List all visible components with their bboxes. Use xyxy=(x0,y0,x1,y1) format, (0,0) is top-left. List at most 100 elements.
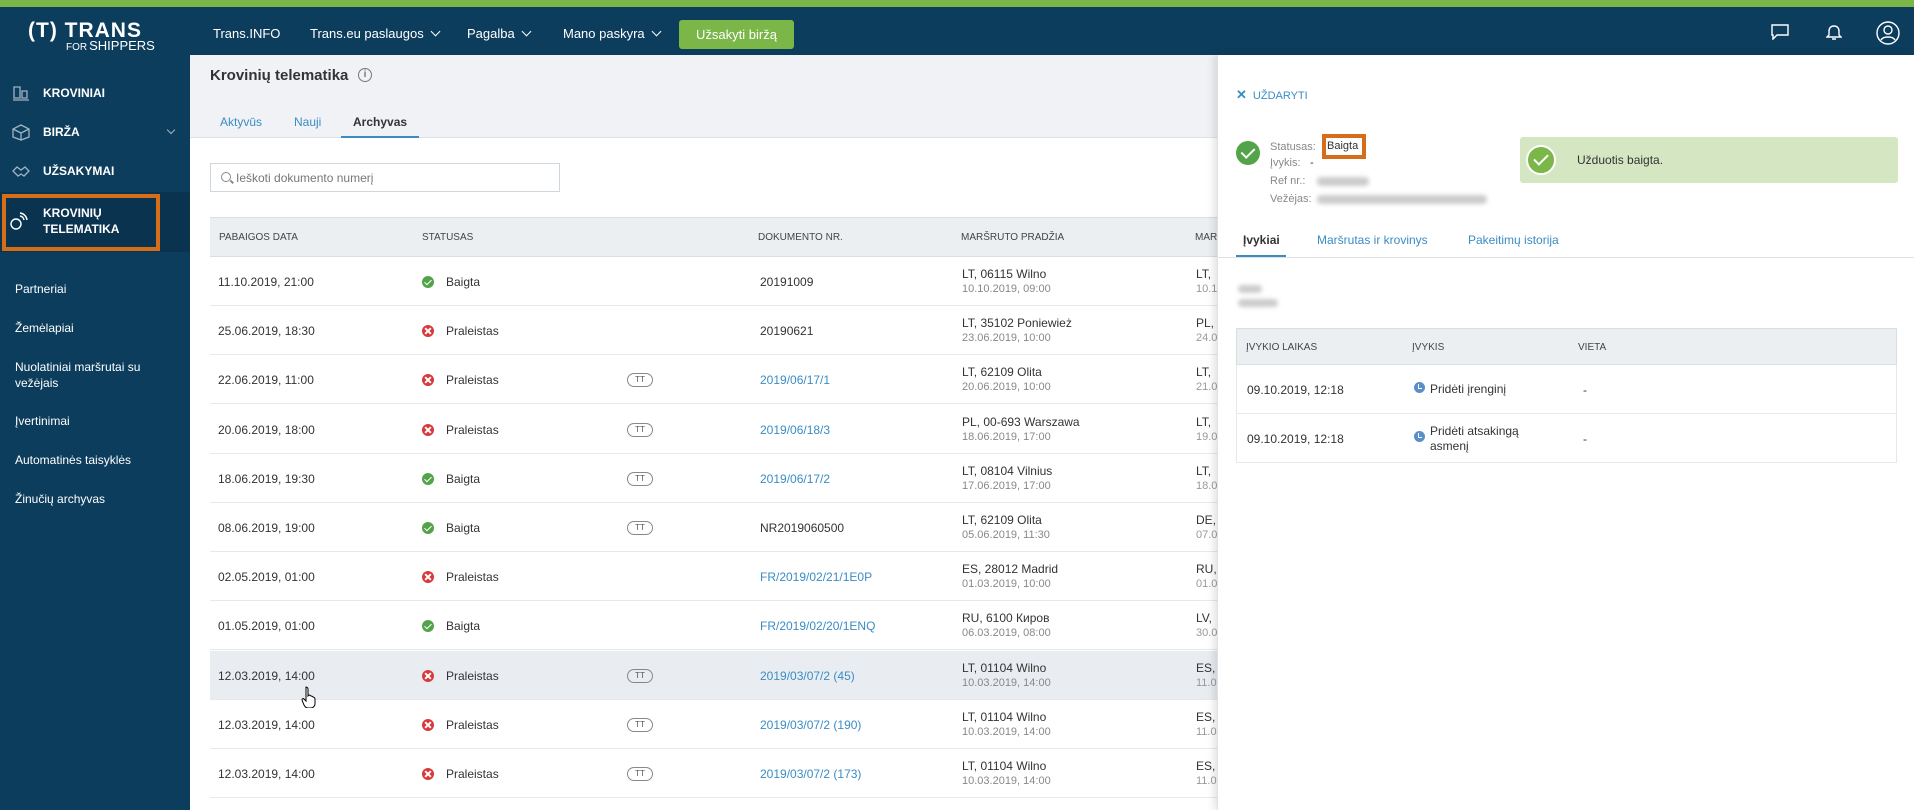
route-start-date: 10.03.2019, 14:00 xyxy=(962,775,1051,787)
route-start-date: 01.03.2019, 10:00 xyxy=(962,578,1051,591)
document-number[interactable]: 2019/03/07/2 (173) xyxy=(760,767,861,781)
route-start: LT, 62109 Olita xyxy=(962,513,1042,527)
tt-badge: TT xyxy=(627,668,653,683)
logo[interactable]: (T) TRANS FOR SHIPPERS xyxy=(0,7,190,62)
table-row[interactable]: 12.03.2019, 14:00 Praleistas TT 2019/03/07/… xyxy=(210,749,1217,798)
chevron-down-icon xyxy=(651,26,662,37)
route-end: DE, xyxy=(1196,513,1217,527)
search-input[interactable] xyxy=(236,168,546,188)
sidebar-link-partners[interactable]: Partneriai xyxy=(15,282,66,296)
tt-badge: TT xyxy=(627,373,653,388)
tab-change-history[interactable]: Pakeitimų istorija xyxy=(1468,233,1559,257)
nav-help[interactable]: Pagalba xyxy=(467,20,532,48)
nav-trans-eu-services[interactable]: Trans.eu paslaugos xyxy=(310,20,441,48)
table-header: PABAIGOS DATA STATUSAS DOKUMENTO NR. MAR… xyxy=(210,217,1224,257)
tab-route-cargo[interactable]: Maršrutas ir krovinys xyxy=(1317,233,1428,257)
handshake-icon xyxy=(12,166,30,177)
redacted-text xyxy=(1238,285,1262,293)
clock-icon xyxy=(1414,382,1425,393)
col-route-start[interactable]: MARŠRUTO PRADŽIA xyxy=(961,232,1064,243)
chevron-down-icon xyxy=(430,26,441,37)
error-circle-icon xyxy=(422,718,434,731)
table-row[interactable]: 12.03.2019, 14:00 Praleistas TT 2019/03/07/… xyxy=(210,650,1217,700)
table-row[interactable]: 18.06.2019, 19:30 Baigta TT 2019/06/17/2 LT,… xyxy=(210,453,1217,503)
sidebar-item-exchange[interactable]: BIRŽA xyxy=(0,112,190,152)
sidebar-link-ratings[interactable]: Įvertinimai xyxy=(15,414,70,428)
tab-active[interactable]: Aktyvūs xyxy=(220,115,262,138)
table-row[interactable]: 11.10.2019, 21:00 Baigta 20191009 LT, 06115… xyxy=(210,257,1217,306)
col-status[interactable]: STATUSAS xyxy=(422,232,473,243)
table-row[interactable]: 02.05.2019, 01:00 Praleistas FR/2019/02/21… xyxy=(210,552,1218,602)
events-row: 09.10.2019, 12:18 Pridėti atsakingą asme… xyxy=(1236,414,1897,463)
col-document[interactable]: DOKUMENTO NR. xyxy=(758,232,843,243)
end-date: 20.06.2019, 18:00 xyxy=(218,422,315,437)
table-row[interactable]: 08.06.2019, 19:00 Baigta TT NR2019060500 LT,… xyxy=(210,503,1217,552)
document-number[interactable]: 2019/03/07/2 (190) xyxy=(760,718,861,732)
route-start: RU, 6100 Киров xyxy=(962,611,1050,626)
document-number[interactable]: FR/2019/02/21/1E0P xyxy=(760,570,872,584)
error-circle-icon xyxy=(422,768,434,780)
route-start-date: 20.06.2019, 10:00 xyxy=(962,381,1051,394)
status-value: Baigta xyxy=(1322,134,1366,159)
carrier-label: Vežėjas: xyxy=(1270,193,1312,205)
status-label: Statusas: xyxy=(1270,141,1316,153)
end-date: 12.03.2019, 14:00 xyxy=(218,668,315,683)
col-end-date[interactable]: PABAIGOS DATA xyxy=(219,232,298,243)
chat-icon[interactable] xyxy=(1771,24,1789,40)
route-start: LT, 01104 Wilno xyxy=(962,709,1047,724)
sidebar-link-rules[interactable]: Automatinės taisyklės xyxy=(15,453,131,467)
route-start-date: 06.03.2019, 08:00 xyxy=(962,627,1051,640)
document-number[interactable]: 2019/06/18/3 xyxy=(760,423,830,437)
route-start-date: 05.06.2019, 11:30 xyxy=(962,529,1050,541)
tab-new[interactable]: Nauji xyxy=(294,115,321,138)
document-number[interactable]: 2019/06/17/1 xyxy=(760,373,830,387)
sidebar-item-cargo[interactable]: KROVINIAI xyxy=(0,73,190,113)
chevron-down-icon xyxy=(521,26,532,37)
route-start: PL, 00-693 Warszawa xyxy=(962,414,1080,429)
route-end: ES, xyxy=(1196,759,1216,773)
route-end: RU, xyxy=(1196,562,1217,577)
route-end: ES, xyxy=(1196,660,1216,675)
info-icon[interactable]: i xyxy=(358,68,372,82)
table-row[interactable]: 22.06.2019, 11:00 Praleistas TT 2019/06/17/… xyxy=(210,355,1217,405)
route-start-date: 10.10.2019, 09:00 xyxy=(962,283,1051,295)
box-icon xyxy=(12,124,30,141)
bell-icon[interactable] xyxy=(1826,24,1842,42)
route-end: LT, xyxy=(1196,365,1212,380)
route-start: ES, 28012 Madrid xyxy=(962,562,1059,577)
document-number: NR2019060500 xyxy=(760,521,845,535)
check-circle-icon xyxy=(422,522,434,534)
tab-events[interactable]: Įvykiai xyxy=(1236,233,1286,257)
route-end: LT, xyxy=(1196,414,1212,429)
sidebar-link-maps[interactable]: Žemėlapiai xyxy=(15,321,74,335)
order-exchange-button[interactable]: Užsakyti biržą xyxy=(679,20,794,49)
table-row[interactable]: 20.06.2019, 18:00 Praleistas TT 2019/06/18/… xyxy=(210,404,1218,454)
user-icon[interactable] xyxy=(1876,21,1900,45)
document-number[interactable]: FR/2019/02/20/1ENQ xyxy=(760,619,875,633)
route-end-date: 19.0 xyxy=(1196,430,1218,443)
sidebar-link-messages[interactable]: Žinučių archyvas xyxy=(15,492,105,506)
search-box[interactable] xyxy=(210,163,560,192)
check-circle-icon xyxy=(1526,145,1556,175)
table-row[interactable]: 01.05.2019, 01:00 Baigta FR/2019/02/20/1EN… xyxy=(210,601,1217,651)
tab-archive[interactable]: Archyvas xyxy=(341,115,420,138)
route-start-date: 18.06.2019, 17:00 xyxy=(962,430,1051,443)
route-end-date: 01.0 xyxy=(1196,578,1218,591)
table-row[interactable]: 12.03.2019, 14:00 Praleistas TT 2019/03/07/… xyxy=(210,699,1217,749)
document-number[interactable]: 2019/03/07/2 (45) xyxy=(760,669,855,683)
route-end-date: 11.0 xyxy=(1196,676,1217,689)
detail-panel: ✕ UŽDARYTI Statusas: Baigta Įvykis: - Ref… xyxy=(1217,55,1914,810)
close-button[interactable]: ✕ UŽDARYTI xyxy=(1236,87,1308,103)
nav-trans-info[interactable]: Trans.INFO xyxy=(213,20,280,48)
sidebar-link-routes[interactable]: Nuolatiniai maršrutai su vežėjais xyxy=(15,359,165,391)
sidebar-item-orders[interactable]: UŽSAKYMAI xyxy=(0,151,190,191)
end-date: 25.06.2019, 18:30 xyxy=(218,324,315,339)
table-row[interactable]: 25.06.2019, 18:30 Praleistas 20190621 LT, 3… xyxy=(210,306,1217,356)
document-number[interactable]: 2019/06/17/2 xyxy=(760,472,830,486)
route-start: LT, 62109 Olita xyxy=(962,365,1042,380)
error-circle-icon xyxy=(422,423,434,436)
nav-my-account[interactable]: Mano paskyra xyxy=(563,20,662,48)
route-start: LT, 35102 Poniewież xyxy=(962,316,1072,331)
ref-value-redacted xyxy=(1317,177,1369,186)
events-table-header: ĮVYKIO LAIKAS ĮVYKIS VIETA xyxy=(1236,328,1897,365)
